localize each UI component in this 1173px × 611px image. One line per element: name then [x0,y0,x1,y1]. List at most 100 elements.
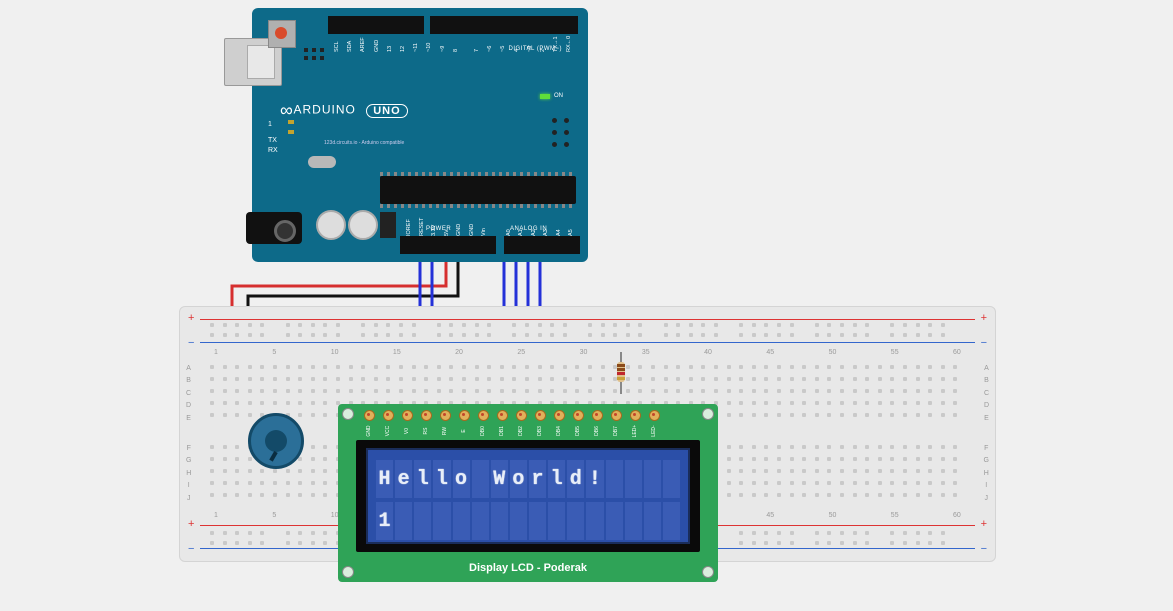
circuit-canvas: ∞ ARDUINO UNO 123d.circuits.io - Arduino… [0,0,1173,611]
column-numbers-top: 151015202530354045505560 [214,349,961,356]
lcd-cell: l [433,460,450,498]
row-letter: B [984,375,989,387]
pin-label: ~5 [500,46,506,52]
minus-icon: − [188,544,194,555]
pin-label: 5V [444,229,450,236]
pin-label: GND [374,40,380,52]
col-number: 45 [766,349,774,356]
power-rail-top[interactable]: + − + − [200,317,975,345]
row-letter: H [984,468,989,480]
row-letter: G [186,455,191,467]
pin-label: 4 [514,49,520,52]
lcd-pin[interactable]: DB7 [611,410,620,432]
lcd-cell [606,502,623,540]
row-letter: J [186,493,191,505]
credit-text: 123d.circuits.io - Arduino compatible [324,140,404,146]
potentiometer[interactable] [248,413,304,469]
screw-icon [702,408,714,420]
analog-header[interactable] [504,236,580,254]
pin-label: GND [456,224,462,236]
col-number: 5 [272,512,276,519]
col-number: 60 [953,349,961,356]
pin-label: A5 [568,229,574,236]
col-number: 50 [829,349,837,356]
lcd-cell [567,502,584,540]
capacitor-icon [348,210,378,240]
col-number: 45 [766,512,774,519]
col-number: 55 [891,349,899,356]
lcd-cell [625,502,642,540]
row-letter: E [984,413,989,425]
row-letter: C [186,388,191,400]
resistor[interactable] [617,352,625,392]
lcd-pin[interactable]: LED- [649,410,658,432]
lcd-cell: ! [586,460,603,498]
row-letter: A [186,363,191,375]
lcd-pin[interactable]: RW [440,410,449,432]
lcd-pin[interactable]: DB6 [592,410,601,432]
pin-label: IOREF [406,219,412,236]
pin-label: ~11 [413,43,419,52]
power-header[interactable] [400,236,496,254]
col-number: 40 [704,349,712,356]
lcd-pin[interactable]: DB2 [516,410,525,432]
lcd-pin[interactable]: DB0 [478,410,487,432]
digital-header-left[interactable] [328,16,424,34]
lcd-cell: o [510,460,527,498]
reset-button[interactable] [268,20,296,48]
lcd-cell: e [395,460,412,498]
pin-label: 3.3V [431,225,437,236]
minus-icon: − [981,544,987,555]
on-label: ON [554,93,563,99]
pin-label: A2 [531,229,537,236]
row-letter: D [186,400,191,412]
row-letter: J [984,493,989,505]
lcd-pin[interactable]: DB1 [497,410,506,432]
lcd-row-1: HelloWorld! [376,460,680,498]
pin-label: AREF [360,37,366,52]
pot-knob[interactable] [265,430,287,452]
pin-label: ~10 [426,43,432,52]
lcd-16x2-module[interactable]: GND VCC V0 RS RW E DB0 DB1 DB2 DB3 DB4 DB5 DB6 DB7 LED… [338,404,718,582]
pin-label: A4 [556,229,562,236]
col-number: 25 [517,349,525,356]
lcd-pin[interactable]: DB3 [535,410,544,432]
lcd-pin[interactable]: VCC [383,410,392,432]
lcd-cell [472,502,489,540]
crystal-icon [308,156,336,168]
txrx-labels: 1 TX RX [268,120,278,156]
pin-label: RESET [419,218,425,236]
lcd-pin[interactable]: RS [421,410,430,432]
lcd-pin-header[interactable]: GND VCC V0 RS RW E DB0 DB1 DB2 DB3 DB4 DB5 DB6 DB7 LED… [364,410,658,432]
lcd-cell [644,502,661,540]
pin-label: 2 [540,49,546,52]
col-number: 60 [953,512,961,519]
lcd-pin[interactable]: LED+ [630,410,639,432]
lcd-cell [663,502,680,540]
pin-label: GND [469,224,475,236]
power-led-icon [540,94,550,99]
power-jack [246,212,302,244]
lcd-pin[interactable]: DB5 [573,410,582,432]
row-letter: H [186,468,191,480]
digital-header-right[interactable] [430,16,578,34]
lcd-screen: HelloWorld! 1 [366,448,690,544]
minus-icon: − [188,338,194,349]
icsp-header [552,118,574,150]
pin-label: 8 [453,49,459,52]
lcd-pin[interactable]: E [459,410,468,432]
plus-icon: + [188,519,194,530]
row-letter: I [186,480,191,492]
lcd-pin[interactable]: V0 [402,410,411,432]
model-badge: UNO [366,104,407,118]
lcd-cell [529,502,546,540]
lcd-cell [548,502,565,540]
lcd-pin[interactable]: GND [364,410,373,432]
lcd-row-2: 1 [376,502,680,540]
lcd-cell [644,460,661,498]
arduino-uno-board[interactable]: ∞ ARDUINO UNO 123d.circuits.io - Arduino… [252,8,588,262]
screw-icon [342,408,354,420]
row-labels-left-bot: FGHIJ [186,443,191,505]
lcd-cell: 1 [376,502,393,540]
lcd-pin[interactable]: DB4 [554,410,563,432]
